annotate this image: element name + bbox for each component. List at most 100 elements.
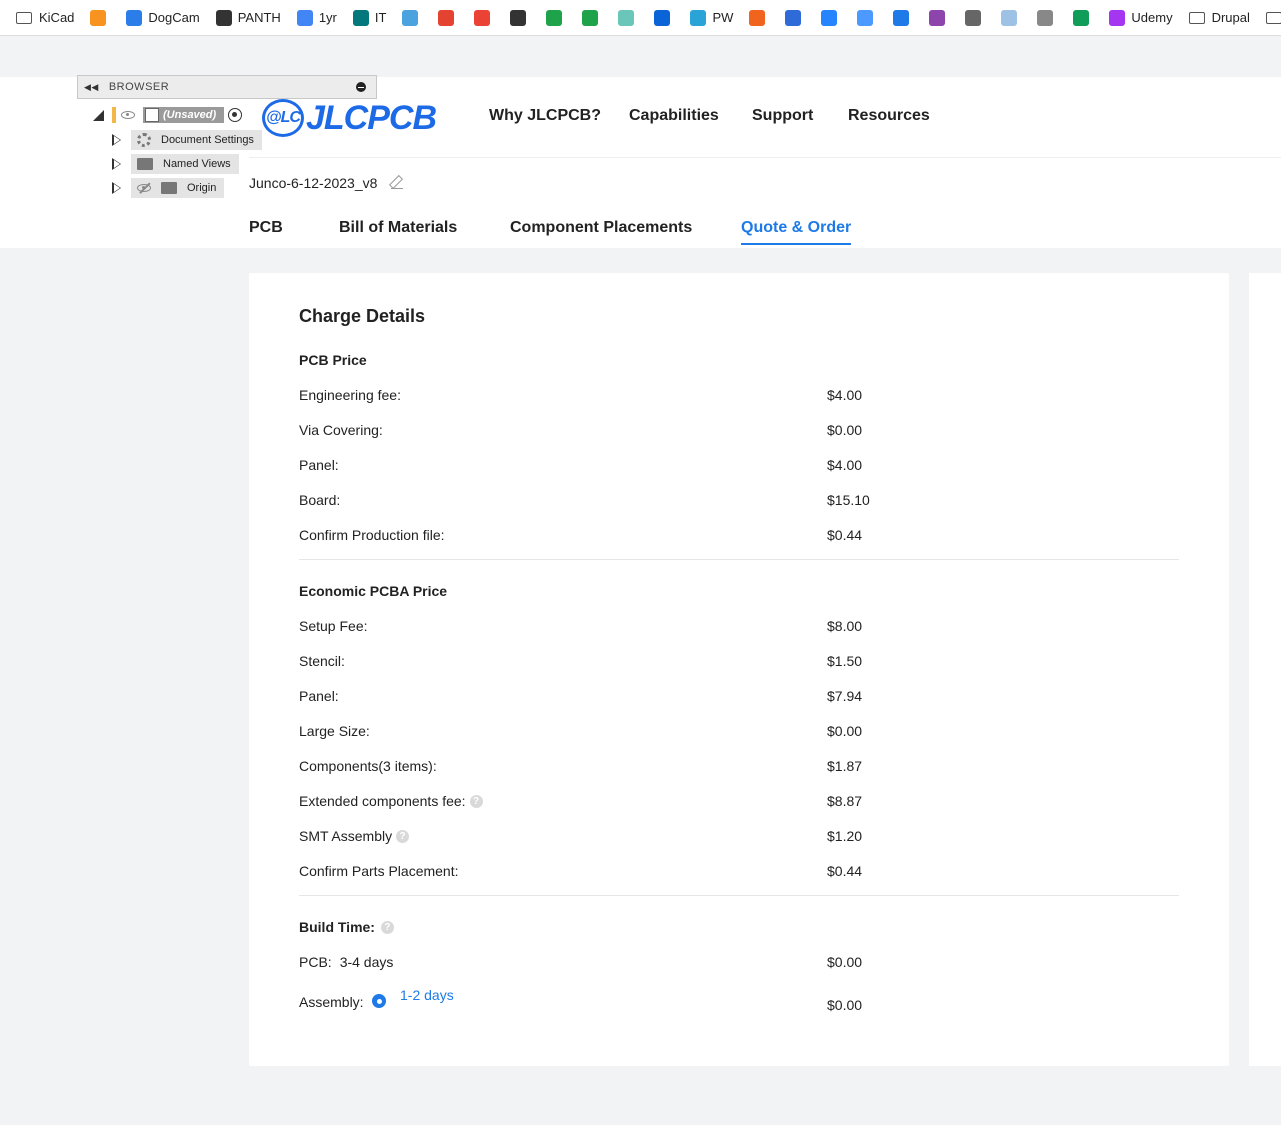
activate-radio-icon[interactable] <box>228 108 243 122</box>
charge-row-label: Stencil: <box>299 653 345 669</box>
bookmark-item[interactable]: Page <box>1265 10 1281 25</box>
bookmark-item[interactable] <box>929 9 951 26</box>
side-summary-card <box>1249 273 1281 1066</box>
visibility-eye-icon[interactable] <box>121 111 135 119</box>
charge-row-label: Board: <box>299 492 340 508</box>
bookmark-item[interactable] <box>438 9 460 26</box>
browser-title: BROWSER <box>108 81 170 93</box>
charge-label-text: Engineering fee: <box>299 387 401 403</box>
nav-support[interactable]: Support <box>752 107 813 125</box>
bookmark-item[interactable] <box>474 9 496 26</box>
charge-label-text: Large Size: <box>299 723 370 739</box>
assembly-build-label: Assembly: <box>299 994 364 1010</box>
bookmark-label: Drupal <box>1211 10 1250 25</box>
tab-pcb[interactable]: PCB <box>249 219 283 243</box>
expand-right-icon[interactable] <box>112 158 121 170</box>
expand-down-icon[interactable] <box>93 109 104 121</box>
help-icon[interactable]: ? <box>396 829 410 843</box>
help-icon[interactable]: ? <box>380 920 394 934</box>
charge-label-text: Confirm Parts Placement: <box>299 863 459 879</box>
bookmark-item[interactable]: DogCam <box>126 9 200 26</box>
minimize-icon[interactable] <box>356 82 366 92</box>
bookmark-item[interactable] <box>510 9 532 26</box>
expand-right-icon[interactable] <box>112 182 121 194</box>
assembly-build-option[interactable]: 1-2 days <box>400 987 454 1003</box>
sync-icon <box>1037 9 1054 26</box>
charge-row-value: $4.00 <box>827 387 863 403</box>
bookmark-item[interactable] <box>582 9 604 26</box>
assembly-option-radio[interactable]: 1-2 days <box>362 987 454 1009</box>
bookmark-item[interactable] <box>821 9 843 26</box>
browser-panel-header[interactable]: ◀◀ BROWSER <box>77 75 377 99</box>
tab-quote-order[interactable]: Quote & Order <box>741 219 852 245</box>
hidden-eye-icon[interactable] <box>137 184 151 192</box>
bookmark-item[interactable] <box>654 9 676 26</box>
charge-row-value: $0.44 <box>827 863 863 879</box>
section-divider <box>299 895 1179 896</box>
bookmark-label: 1yr <box>318 10 337 25</box>
bookmark-item[interactable] <box>618 9 640 26</box>
gmail-icon <box>474 9 491 26</box>
unsaved-document-label: (Unsaved) <box>143 107 225 123</box>
pcb-build-option: 3-4 days <box>339 954 394 970</box>
bookmark-item[interactable]: IT <box>352 9 387 26</box>
bookmark-item[interactable] <box>1037 9 1059 26</box>
nav-why-jlcpcb[interactable]: Why JLCPCB? <box>489 107 601 125</box>
orange-app-icon <box>90 9 107 26</box>
charge-row-label: Panel: <box>299 457 339 473</box>
bookmark-item[interactable]: KiCad <box>16 10 74 25</box>
bookmark-item[interactable]: PW <box>690 9 734 26</box>
bookmark-item[interactable] <box>546 9 568 26</box>
help-icon[interactable]: ? <box>469 794 483 808</box>
expand-right-icon[interactable] <box>112 134 121 146</box>
bookmark-item[interactable]: PANTH <box>215 9 281 26</box>
bookmark-item[interactable] <box>893 9 915 26</box>
charge-label-text: Panel: <box>299 457 339 473</box>
charge-row-label: SMT Assembly? <box>299 828 410 844</box>
collapse-arrows-icon[interactable]: ◀◀ <box>84 82 99 93</box>
google-icon <box>296 9 313 26</box>
bookmark-item[interactable] <box>749 9 771 26</box>
tab-component-placements[interactable]: Component Placements <box>510 219 692 243</box>
bookmark-item[interactable] <box>402 9 424 26</box>
bookmark-item[interactable] <box>1073 9 1095 26</box>
bookmark-label: PW <box>712 10 734 25</box>
bookmark-item[interactable] <box>90 9 112 26</box>
charge-label-text: Panel: <box>299 688 339 704</box>
browser-root-row[interactable]: (Unsaved) <box>93 107 243 123</box>
named-views-chip: Named Views <box>131 154 239 174</box>
bookmark-item[interactable] <box>1001 9 1023 26</box>
bookmark-item[interactable]: Udemy <box>1109 9 1173 26</box>
origin-chip: Origin <box>131 178 225 198</box>
app-icon <box>402 9 419 26</box>
bookmark-item[interactable] <box>965 9 987 26</box>
document-settings-chip: Document Settings <box>131 130 262 150</box>
bookmark-label: DogCam <box>148 10 200 25</box>
charge-label-text: Confirm Production file: <box>299 527 445 543</box>
folder-icon <box>16 11 32 24</box>
bookmark-item[interactable] <box>857 9 879 26</box>
browser-item-named-views[interactable]: Named Views <box>112 154 239 174</box>
charge-details-title: Charge Details <box>299 306 426 326</box>
bookmark-item[interactable] <box>785 9 807 26</box>
nav-resources[interactable]: Resources <box>848 107 930 125</box>
tab-bill-of-materials[interactable]: Bill of Materials <box>339 219 457 243</box>
check-icon <box>893 9 910 26</box>
todoist-icon <box>438 9 455 26</box>
gear-icon <box>137 133 151 147</box>
browser-item-document-settings[interactable]: Document Settings <box>112 130 262 150</box>
bookmark-label: IT <box>374 10 387 25</box>
charge-row-label: Confirm Parts Placement: <box>299 863 459 879</box>
radio-selected-icon[interactable] <box>372 994 386 1008</box>
pcb-build-value: $0.00 <box>827 954 863 970</box>
charge-details-card: Charge Details PCB Price Engineering fee… <box>249 273 1229 1066</box>
bookmark-item[interactable]: Drupal <box>1188 10 1250 25</box>
edit-pencil-icon[interactable] <box>391 177 404 189</box>
bookmark-item[interactable]: 1yr <box>296 9 337 26</box>
nav-capabilities[interactable]: Capabilities <box>629 107 719 125</box>
onedrive-icon <box>654 9 671 26</box>
jlcpcb-logo[interactable]: @LC JLCPCB <box>262 99 437 138</box>
browser-item-origin[interactable]: Origin <box>112 178 225 198</box>
charge-row-label: Panel: <box>299 688 339 704</box>
wifi-icon <box>965 9 982 26</box>
